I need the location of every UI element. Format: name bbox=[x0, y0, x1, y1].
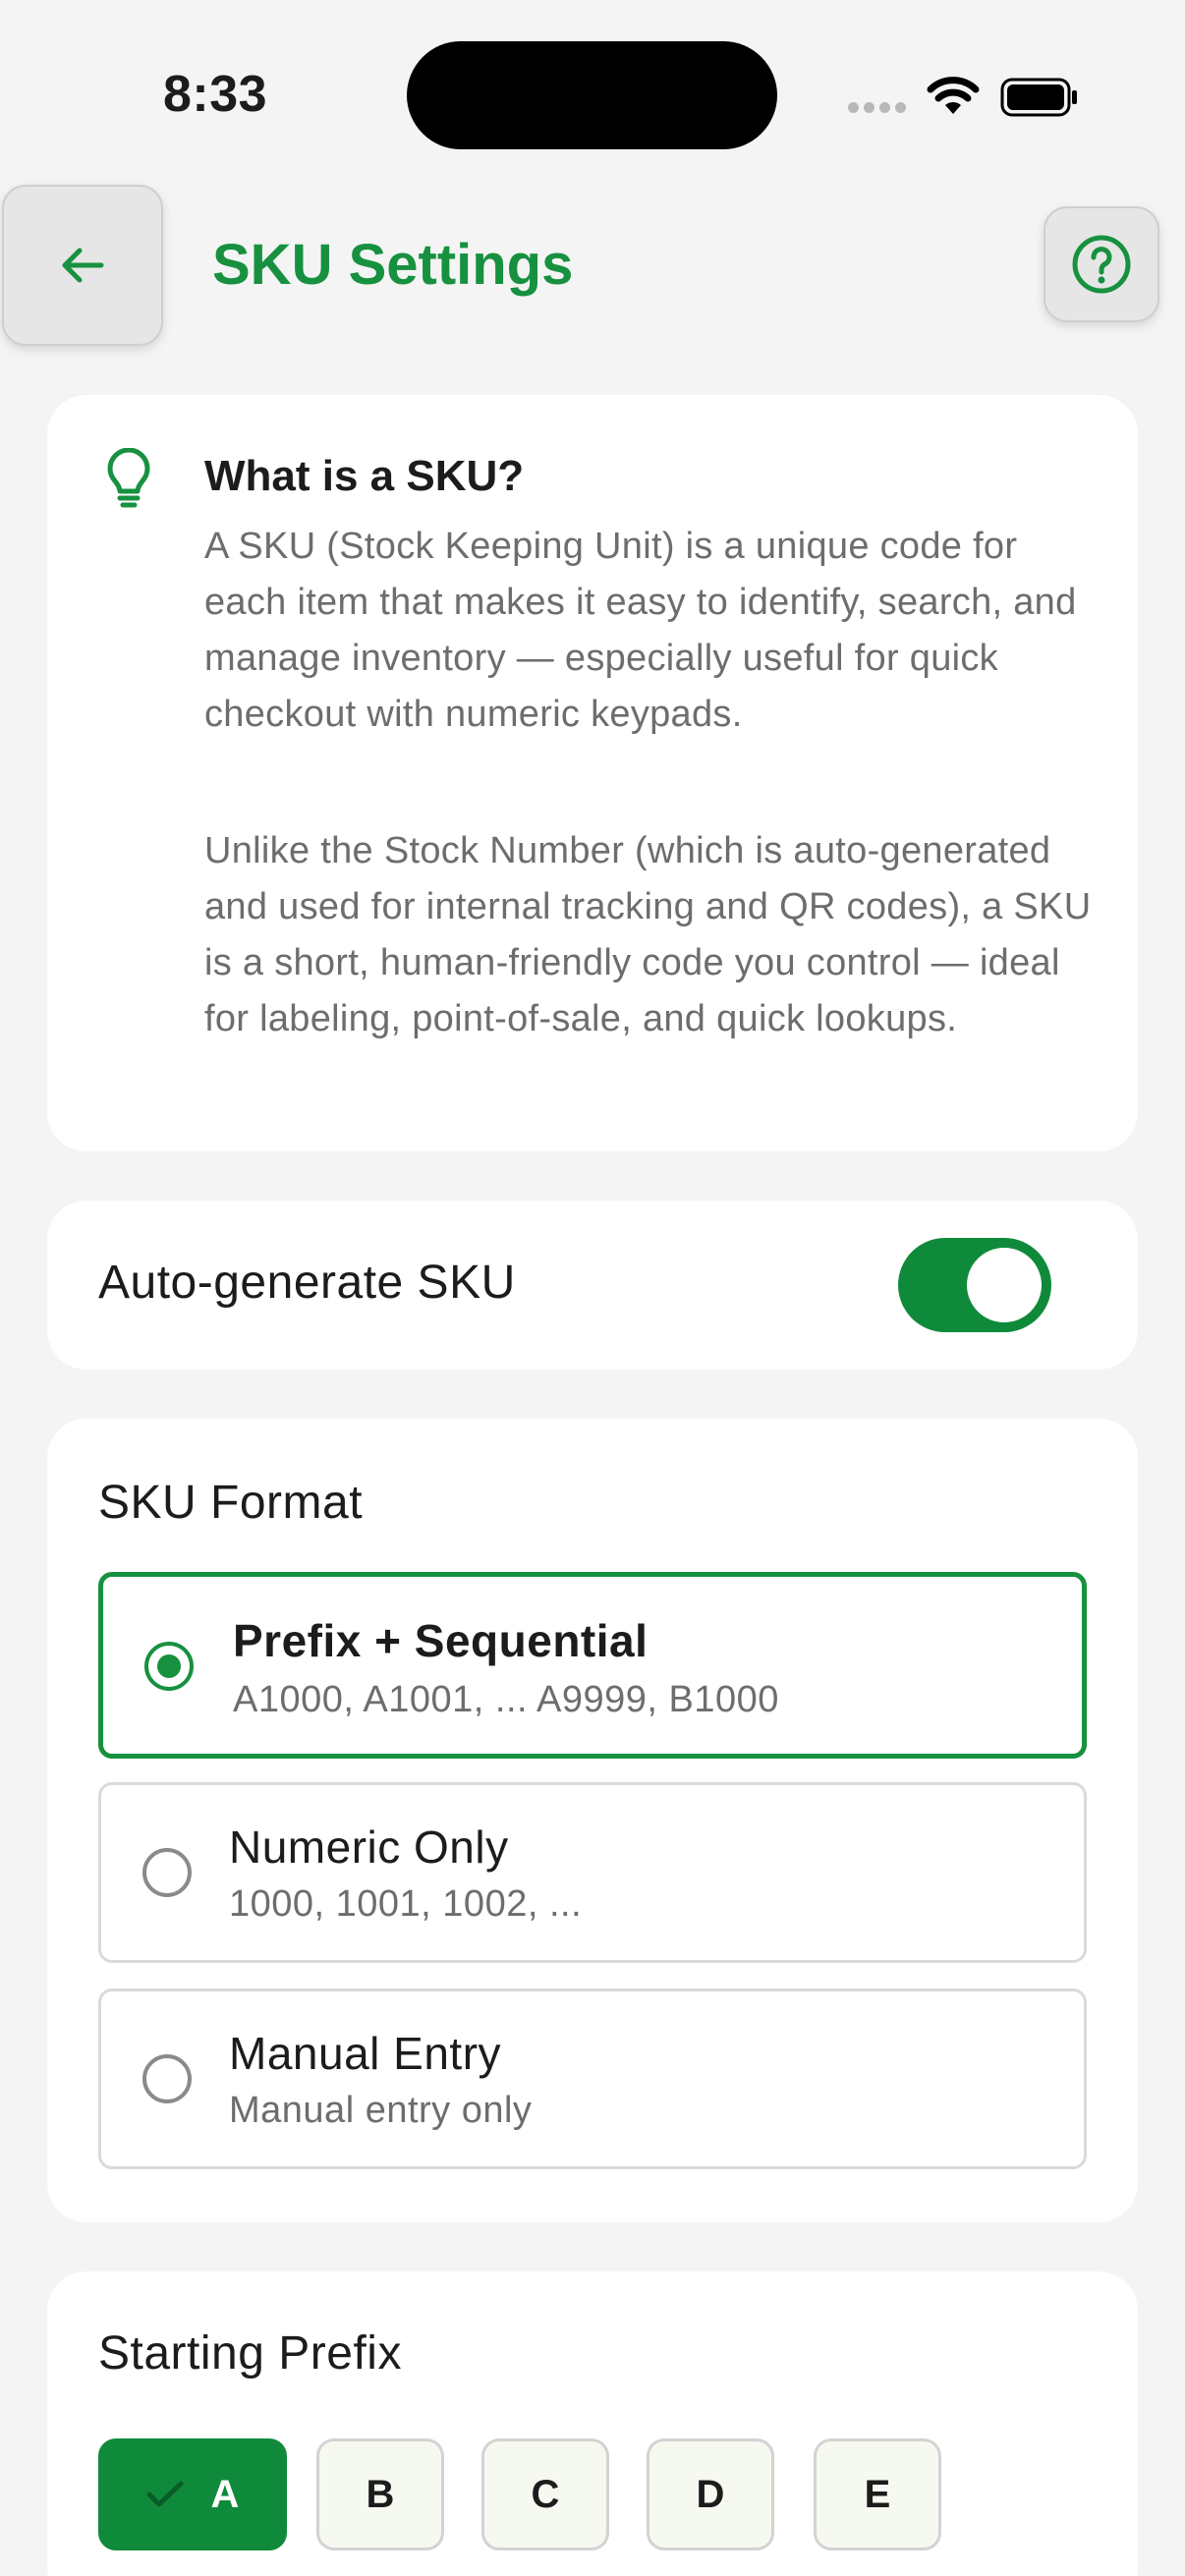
format-option-prefix-sequential[interactable]: Prefix + Sequential A1000, A1001, ... A9… bbox=[98, 1572, 1087, 1759]
chip-label: A bbox=[210, 2472, 240, 2516]
info-paragraph: Unlike the Stock Number (which is auto-g… bbox=[204, 830, 1092, 1039]
chip-label: E bbox=[864, 2472, 891, 2516]
chip-label: C bbox=[531, 2472, 560, 2516]
page-title: SKU Settings bbox=[212, 233, 574, 297]
auto-generate-label: Auto-generate SKU bbox=[98, 1257, 516, 1309]
toggle-knob bbox=[967, 1248, 1042, 1322]
dynamic-island bbox=[407, 41, 777, 149]
starting-prefix-card: Starting Prefix A B C D E bbox=[47, 2271, 1138, 2576]
help-circle-icon bbox=[1072, 235, 1131, 294]
help-button[interactable] bbox=[1044, 206, 1159, 322]
info-title: What is a SKU? bbox=[204, 452, 525, 500]
radio-selected-icon bbox=[144, 1642, 194, 1691]
checkmark-icon bbox=[146, 2481, 184, 2507]
option-description: A1000, A1001, ... A9999, B1000 bbox=[233, 1679, 779, 1720]
option-label: Prefix + Sequential bbox=[233, 1615, 649, 1666]
battery-icon bbox=[1000, 78, 1077, 117]
sku-format-card: SKU Format Prefix + Sequential A1000, A1… bbox=[47, 1419, 1138, 2222]
prefix-chip-e[interactable]: E bbox=[814, 2438, 941, 2550]
option-label: Numeric Only bbox=[229, 1821, 509, 1873]
info-paragraph: A SKU (Stock Keeping Unit) is a unique c… bbox=[204, 526, 1077, 735]
option-label: Manual Entry bbox=[229, 2028, 502, 2079]
auto-generate-card: Auto-generate SKU bbox=[47, 1201, 1138, 1370]
prefix-chip-c[interactable]: C bbox=[481, 2438, 609, 2550]
chip-label: D bbox=[696, 2472, 725, 2516]
wifi-icon bbox=[927, 77, 980, 114]
sku-info-card: What is a SKU? A SKU (Stock Keeping Unit… bbox=[47, 395, 1138, 1151]
prefix-chip-b[interactable]: B bbox=[316, 2438, 444, 2550]
arrow-left-icon bbox=[62, 248, 104, 283]
cellular-signal-icon bbox=[848, 102, 906, 113]
sku-settings-screen: 8:33 SKU Settings What is a SKU? A SKU (… bbox=[0, 0, 1185, 2576]
prefix-chip-d[interactable]: D bbox=[647, 2438, 774, 2550]
format-option-numeric-only[interactable]: Numeric Only 1000, 1001, 1002, ... bbox=[98, 1782, 1087, 1963]
radio-unselected-icon bbox=[142, 2054, 192, 2103]
status-time: 8:33 bbox=[163, 66, 268, 123]
section-title: SKU Format bbox=[98, 1477, 364, 1529]
radio-unselected-icon bbox=[142, 1848, 192, 1897]
lightbulb-icon bbox=[107, 448, 150, 508]
auto-generate-toggle[interactable] bbox=[898, 1238, 1051, 1332]
prefix-chip-a[interactable]: A bbox=[98, 2438, 287, 2550]
format-option-manual-entry[interactable]: Manual Entry Manual entry only bbox=[98, 1988, 1087, 2169]
option-description: 1000, 1001, 1002, ... bbox=[229, 1883, 583, 1925]
chip-label: B bbox=[366, 2472, 395, 2516]
option-description: Manual entry only bbox=[229, 2090, 533, 2131]
back-button[interactable] bbox=[2, 185, 163, 346]
section-title: Starting Prefix bbox=[98, 2327, 402, 2380]
